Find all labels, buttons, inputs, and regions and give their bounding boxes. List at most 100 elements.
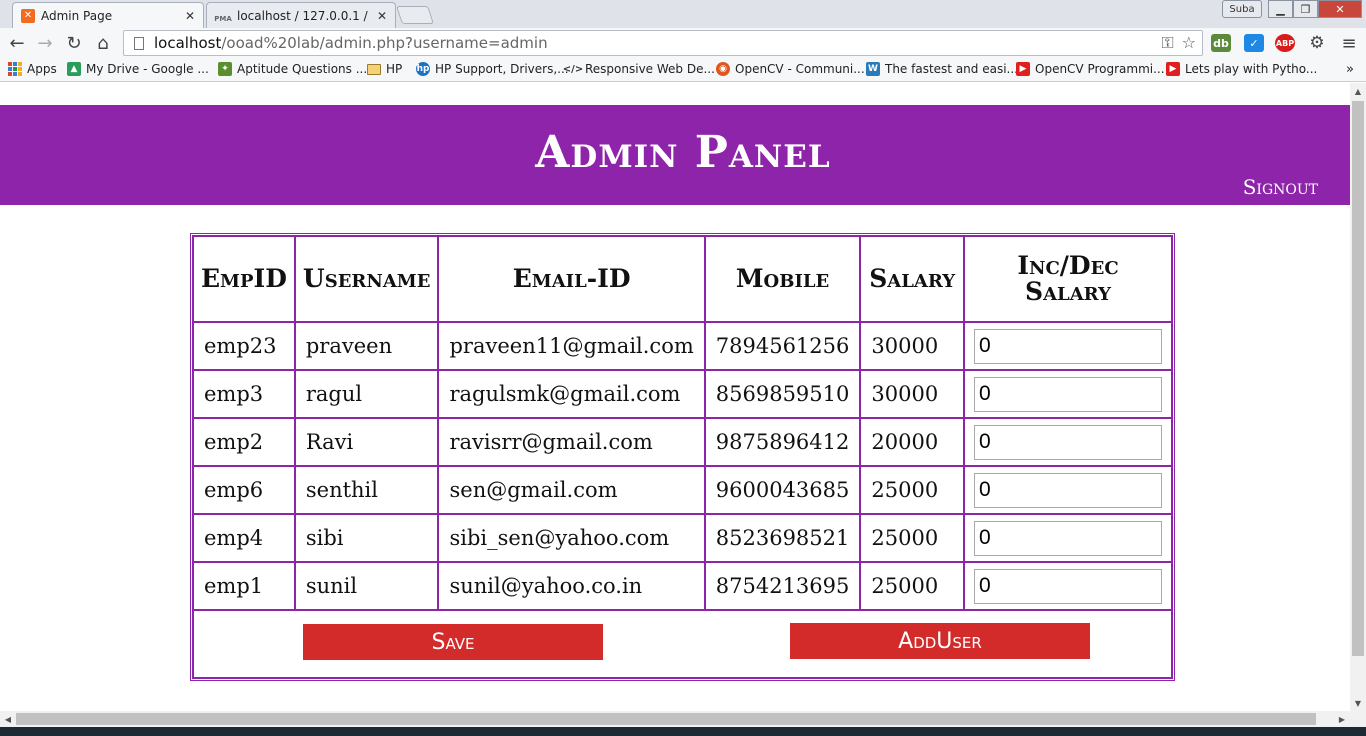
bookmark-responsive-web[interactable]: </> Responsive Web De...: [563, 62, 715, 76]
salary-adjust-input[interactable]: [973, 376, 1162, 412]
email-cell: sunil@yahoo.co.in: [438, 562, 705, 610]
phpmyadmin-icon: PMA: [214, 14, 232, 23]
user-badge[interactable]: Suba: [1222, 0, 1262, 18]
db-extension-icon[interactable]: db: [1211, 34, 1231, 52]
salary-cell: 25000: [860, 466, 964, 514]
close-icon[interactable]: ✕: [377, 9, 387, 23]
window-close-icon[interactable]: ✕: [1318, 0, 1362, 18]
table-row: emp6 senthil sen@gmail.com 9600043685 25…: [193, 466, 1172, 514]
scroll-down-icon[interactable]: ▼: [1350, 695, 1366, 711]
bookmark-hp-folder[interactable]: HP: [367, 62, 402, 76]
admin-header: Admin Panel Signout: [0, 105, 1350, 205]
empid-cell: emp1: [193, 562, 295, 610]
table-row: emp4 sibi sibi_sen@yahoo.com 8523698521 …: [193, 514, 1172, 562]
url-host: localhost: [154, 34, 222, 52]
vertical-scrollbar[interactable]: ▲ ▼: [1350, 83, 1366, 711]
username-cell: ragul: [294, 370, 439, 418]
table-row: emp1 sunil sunil@yahoo.co.in 8754213695 …: [193, 562, 1172, 610]
close-icon[interactable]: ✕: [185, 9, 195, 23]
bookmark-label: HP: [386, 62, 403, 76]
username-cell: praveen: [294, 322, 439, 370]
bookmarks-bar: Apps ▲ My Drive - Google ... ✦ Aptitude …: [0, 58, 1366, 82]
email-cell: praveen11@gmail.com: [438, 322, 705, 370]
home-icon[interactable]: ⌂: [92, 32, 114, 54]
bookmark-fastest[interactable]: W The fastest and easi...: [866, 62, 1018, 76]
page-icon: [134, 36, 144, 50]
mobile-cell: 8523698521: [704, 514, 861, 562]
vertical-scroll-thumb[interactable]: [1352, 101, 1364, 656]
browser-tabstrip: ✕ Admin Page ✕ PMA localhost / 127.0.0.1…: [0, 0, 1366, 28]
bookmark-opencv-programming[interactable]: ▶ OpenCV Programmi...: [1016, 62, 1165, 76]
empid-cell: emp23: [193, 322, 295, 370]
inc-dec-cell: [963, 514, 1172, 562]
page-viewport: Admin Panel Signout EmpID Username Email…: [0, 83, 1350, 711]
empid-cell: emp6: [193, 466, 295, 514]
add-user-button[interactable]: AddUser: [790, 623, 1090, 659]
salary-cell: 20000: [860, 418, 964, 466]
bookmark-python[interactable]: ▶ Lets play with Pytho...: [1166, 62, 1317, 76]
bookmark-label: Lets play with Pytho...: [1185, 62, 1318, 76]
page-title: Admin Panel: [535, 127, 831, 178]
column-header-mobile: Mobile: [704, 236, 861, 322]
menu-icon[interactable]: ≡: [1338, 32, 1360, 54]
salary-cell: 25000: [860, 562, 964, 610]
column-header-username: Username: [294, 236, 439, 322]
bookmarks-overflow-icon[interactable]: »: [1346, 62, 1354, 77]
salary-adjust-input[interactable]: [973, 520, 1162, 556]
bookmark-label: The fastest and easi...: [885, 62, 1018, 76]
bookmark-apps[interactable]: Apps: [8, 62, 57, 76]
salary-cell: 30000: [860, 370, 964, 418]
scroll-up-icon[interactable]: ▲: [1350, 83, 1366, 99]
mobile-cell: 8754213695: [704, 562, 861, 610]
new-tab-button[interactable]: [396, 6, 434, 24]
reload-icon[interactable]: ↻: [63, 32, 85, 54]
scroll-left-icon[interactable]: ◀: [0, 711, 16, 727]
key-icon[interactable]: ⚿: [1161, 33, 1173, 53]
check-extension-icon[interactable]: ✓: [1244, 34, 1264, 52]
url-path: /ooad%20lab/admin.php?username=admin: [221, 34, 548, 52]
bookmark-opencv-community[interactable]: ◉ OpenCV - Communi...: [716, 62, 865, 76]
adblock-icon[interactable]: ABP: [1275, 34, 1295, 52]
back-icon[interactable]: ←: [6, 32, 28, 54]
forward-icon[interactable]: →: [34, 32, 56, 54]
username-cell: sibi: [294, 514, 439, 562]
empid-cell: emp3: [193, 370, 295, 418]
horizontal-scrollbar[interactable]: ◀ ▶: [0, 711, 1366, 727]
mobile-cell: 9600043685: [704, 466, 861, 514]
column-header-email: Email-ID: [438, 236, 705, 322]
minimize-icon[interactable]: ▁: [1268, 0, 1293, 18]
bookmark-star-icon[interactable]: ☆: [1182, 33, 1196, 53]
scroll-right-icon[interactable]: ▶: [1334, 711, 1350, 727]
wordpress-icon: W: [866, 62, 880, 76]
salary-adjust-input[interactable]: [973, 424, 1162, 460]
salary-adjust-input[interactable]: [973, 568, 1162, 604]
restore-icon[interactable]: ❐: [1293, 0, 1318, 18]
address-bar[interactable]: localhost/ooad%20lab/admin.php?username=…: [123, 30, 1203, 56]
bookmark-my-drive[interactable]: ▲ My Drive - Google ...: [67, 62, 209, 76]
salary-adjust-input[interactable]: [973, 328, 1162, 364]
tab-phpmyadmin[interactable]: PMA localhost / 127.0.0.1 / use ✕: [206, 2, 396, 28]
os-taskbar: [0, 727, 1366, 736]
column-header-empid: EmpID: [193, 236, 295, 322]
bookmark-label: My Drive - Google ...: [86, 62, 209, 76]
tab-admin-page[interactable]: ✕ Admin Page ✕: [12, 2, 204, 28]
bookmark-label: Aptitude Questions ...: [237, 62, 368, 76]
horizontal-scroll-thumb[interactable]: [16, 713, 1316, 725]
xampp-icon: ✕: [21, 8, 35, 23]
salary-adjust-input[interactable]: [973, 472, 1162, 508]
ubuntu-icon: ◉: [716, 62, 730, 76]
empid-cell: emp2: [193, 418, 295, 466]
browser-toolbar: ← → ↻ ⌂ localhost/ooad%20lab/admin.php?u…: [0, 28, 1366, 58]
save-button[interactable]: Save: [303, 624, 603, 660]
hp-icon: hp: [416, 62, 430, 76]
inc-dec-cell: [963, 418, 1172, 466]
table-header-row: EmpID Username Email-ID Mobile Salary In…: [193, 236, 1172, 322]
salary-cell: 30000: [860, 322, 964, 370]
youtube-icon: ▶: [1016, 62, 1030, 76]
table-row: emp23 praveen praveen11@gmail.com 789456…: [193, 322, 1172, 370]
signout-link[interactable]: Signout: [1243, 175, 1318, 199]
gear-icon[interactable]: ⚙: [1306, 32, 1328, 54]
youtube-icon: ▶: [1166, 62, 1180, 76]
bookmark-aptitude[interactable]: ✦ Aptitude Questions ...: [218, 62, 367, 76]
bookmark-hp-support[interactable]: hp HP Support, Drivers,...: [416, 62, 569, 76]
